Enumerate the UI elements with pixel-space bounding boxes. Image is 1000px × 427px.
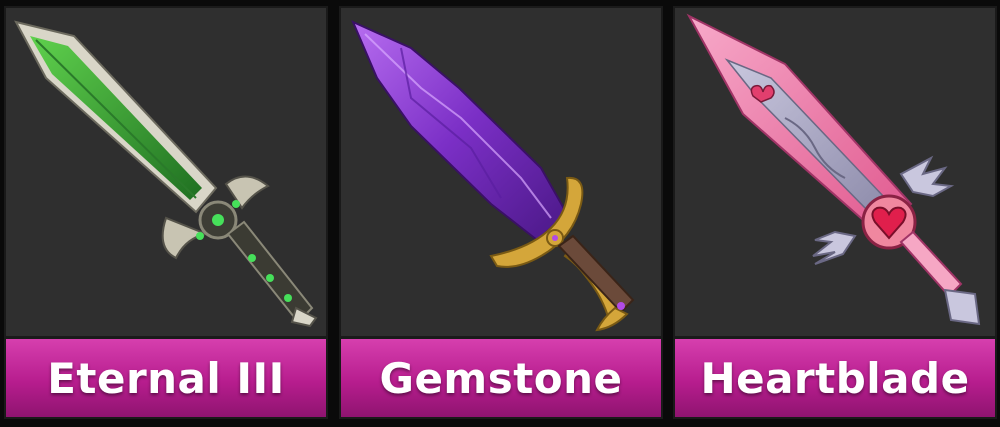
green-sword-icon (14, 20, 318, 328)
item-grid: Eternal III Gemstone Heartblade (0, 0, 1000, 427)
item-card-gemstone[interactable]: Gemstone (339, 6, 663, 419)
item-name-label: Gemstone (341, 336, 661, 417)
pink-heart-sword-icon (686, 13, 981, 326)
item-card-heartblade[interactable]: Heartblade (673, 6, 997, 419)
purple-crystal-sword-icon (351, 20, 635, 332)
item-name-label: Heartblade (675, 336, 995, 417)
item-name: Gemstone (379, 353, 623, 403)
item-name: Heartblade (700, 353, 970, 403)
item-name-label: Eternal III (6, 336, 326, 417)
item-name: Eternal III (47, 353, 285, 403)
item-card-eternal-iii[interactable]: Eternal III (4, 6, 328, 419)
